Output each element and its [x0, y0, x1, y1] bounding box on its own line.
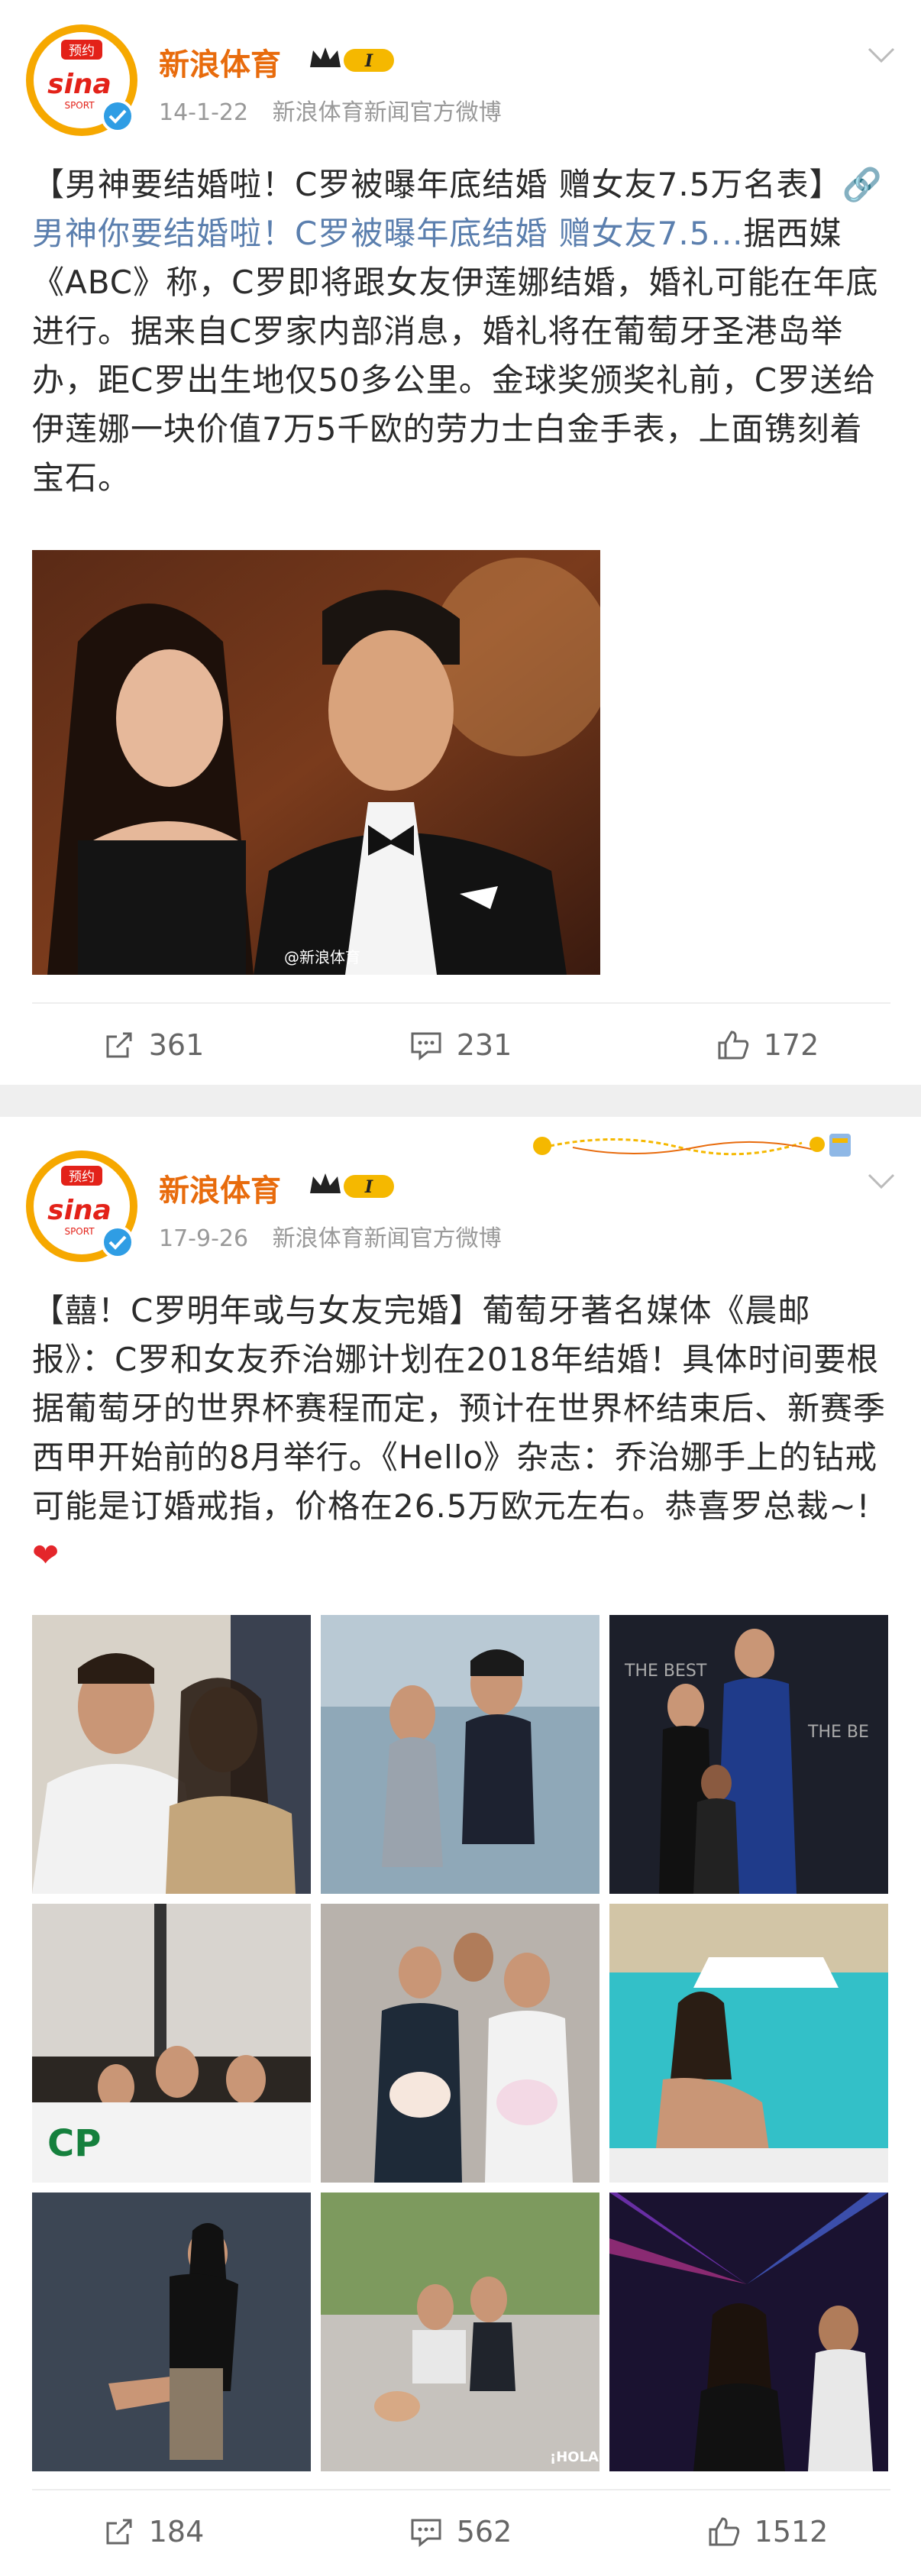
username[interactable]: 新浪体育 [159, 1166, 281, 1210]
comment-icon [411, 1032, 441, 1061]
avatar[interactable]: 预约 sina SPORT [24, 1149, 139, 1264]
grid-watermark-hola: ¡HOLA! [550, 2449, 599, 2465]
verified-icon [101, 1225, 134, 1259]
divider [32, 2489, 890, 2490]
post-header: 预约 sina SPORT 新浪体育 I 14-1-22 新浪体育新闻官方微博 [24, 23, 897, 145]
image-watermark: @新浪体育 [284, 948, 360, 966]
grid-image-2[interactable] [321, 1615, 599, 1894]
comment-icon [411, 2519, 441, 2548]
vip-level: I [364, 1177, 373, 1197]
like-count: 172 [763, 1028, 819, 1062]
post-header: 预约 sina SPORT 新浪体育 I 17-9-26 新浪体育新闻官方微博 [24, 1149, 897, 1271]
vip-level: I [364, 51, 373, 71]
grid-image-9[interactable] [609, 2193, 888, 2471]
repost-button[interactable]: 184 [0, 2493, 307, 2570]
comment-count: 562 [456, 2515, 512, 2548]
feed-gap [0, 1085, 921, 1117]
post-date: 17-9-26 [159, 1225, 249, 1252]
post-body: 【囍！C罗明年或与女友完婚】葡萄牙著名媒体《晨邮报》：C罗和女友乔治娜计划在20… [32, 1292, 887, 1525]
repost-button[interactable]: 361 [0, 1007, 307, 1083]
like-button[interactable]: 172 [614, 1007, 921, 1083]
post-meta: 14-1-22 新浪体育新闻官方微博 [159, 93, 502, 127]
post-card: 预约 sina SPORT 新浪体育 I 17-9-26 新浪体育新闻官方微博 … [0, 1117, 921, 2576]
post-text: 【男神要结婚啦！C罗被曝年底结婚 赠女友7.5万名表】🔗 男神你要结婚啦！C罗被曝… [32, 160, 890, 503]
post-link[interactable]: 男神你要结婚啦！C罗被曝年底结婚 赠女友7.5... [32, 215, 744, 252]
comment-button[interactable]: 231 [307, 1007, 614, 1083]
post-image[interactable]: @新浪体育 [32, 550, 600, 975]
post-source: 新浪体育新闻官方微博 [272, 99, 502, 126]
post-meta: 17-9-26 新浪体育新闻官方微博 [159, 1219, 502, 1253]
crown-icon [310, 1173, 341, 1193]
repost-count: 361 [148, 1028, 205, 1062]
crown-icon [310, 47, 341, 67]
grid-image-3[interactable]: THE BEST THE BE [609, 1615, 888, 1894]
repost-icon [106, 2519, 132, 2545]
grid-watermark-cp: CP [47, 2122, 101, 2165]
post-date: 14-1-22 [159, 99, 249, 126]
grid-caption: THE BEST [624, 1662, 707, 1681]
post-title: 【男神要结婚啦！C罗被曝年底结婚 赠女友7.5万名表】 [32, 166, 842, 203]
chevron-down-icon[interactable] [866, 1172, 897, 1190]
comment-count: 231 [456, 1028, 512, 1062]
verified-icon [101, 99, 134, 133]
action-bar: 361 231 172 [0, 1007, 921, 1083]
post-body: 据西媒《ABC》称，C罗即将跟女友伊莲娜结婚，婚礼可能在年底进行。据来自C罗家内… [32, 215, 879, 497]
repost-icon [106, 1032, 132, 1058]
grid-image-4[interactable]: CP [32, 1904, 311, 2183]
avatar-logo-text: sina [47, 69, 111, 100]
svg-text:THE BE: THE BE [807, 1723, 869, 1742]
post-text: 【囍！C罗明年或与女友完婚】葡萄牙著名媒体《晨邮报》：C罗和女友乔治娜计划在20… [32, 1286, 890, 1580]
username[interactable]: 新浪体育 [159, 40, 281, 84]
post-source: 新浪体育新闻官方微博 [272, 1225, 502, 1252]
divider [32, 1002, 890, 1004]
repost-count: 184 [148, 2515, 205, 2548]
grid-image-5[interactable] [321, 1904, 599, 2183]
like-icon [718, 1031, 748, 1060]
avatar-logo-sub: SPORT [64, 100, 95, 111]
link-icon[interactable]: 🔗 [842, 166, 882, 203]
comment-button[interactable]: 562 [307, 2493, 614, 2570]
chevron-down-icon[interactable] [866, 46, 897, 64]
avatar-logo-text: sina [47, 1195, 111, 1226]
heart-emoji: ❤ [32, 1536, 60, 1574]
avatar[interactable]: 预约 sina SPORT [24, 23, 139, 138]
like-button[interactable]: 1512 [614, 2493, 921, 2570]
vip-badge: I [310, 1173, 394, 1198]
avatar-logo-sub: SPORT [64, 1226, 95, 1237]
like-count: 1512 [754, 2515, 829, 2548]
post-card: 预约 sina SPORT 新浪体育 I 14-1-22 新浪体育新闻官方微博 … [0, 0, 921, 1085]
vip-badge: I [310, 47, 394, 72]
grid-image-6[interactable] [609, 1904, 888, 2183]
avatar-badge-text: 预约 [69, 1170, 95, 1185]
grid-image-8[interactable]: ¡HOLA! [321, 2193, 599, 2471]
action-bar: 184 562 1512 [0, 2493, 921, 2570]
grid-image-1[interactable] [32, 1615, 311, 1894]
like-icon [709, 2517, 739, 2546]
grid-image-7[interactable] [32, 2193, 311, 2471]
avatar-badge-text: 预约 [69, 44, 95, 59]
